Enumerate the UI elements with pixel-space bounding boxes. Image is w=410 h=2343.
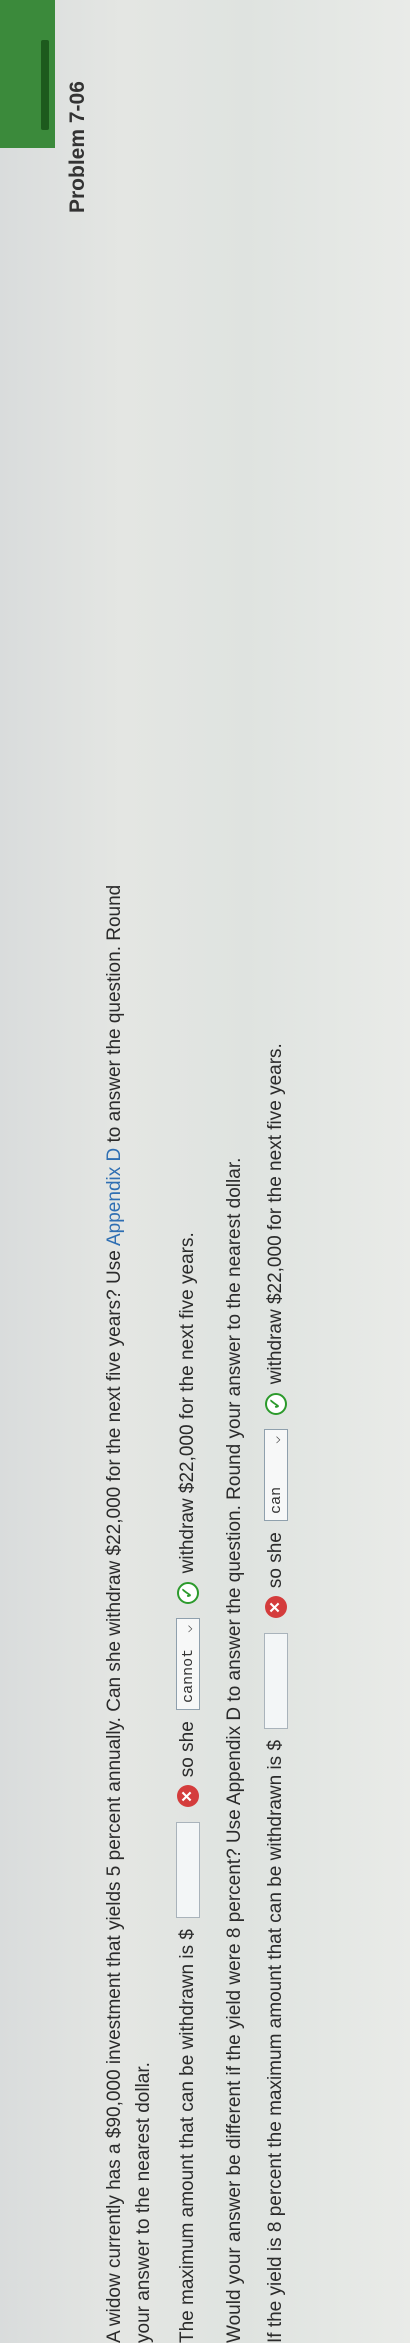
question-1-row: The maximum amount that can be withdrawn… xyxy=(176,1232,200,2343)
chevron-down-icon: ⌵ xyxy=(180,1624,196,1633)
green-tab-label xyxy=(41,40,49,130)
chevron-down-icon: ⌵ xyxy=(268,1435,284,1444)
q1-select-value: cannot xyxy=(179,1648,197,1703)
wrong-icon: ✕ xyxy=(265,1596,287,1619)
intro-line-1: A widow currently has a $90,000 investme… xyxy=(104,885,126,2343)
intro-text-2: to answer the question. Round xyxy=(104,884,125,1148)
rotated-page: Problem 7-06 A widow currently has a $90… xyxy=(0,0,410,2343)
q1-answer-input[interactable] xyxy=(176,1821,200,1918)
intro-line-2: your answer to the nearest dollar. xyxy=(133,2062,154,2343)
q2-answer-input[interactable] xyxy=(264,1632,288,1729)
q1-select[interactable]: cannot ⌵ xyxy=(176,1617,200,1710)
q2-prefix: If the yield is 8 percent the maximum am… xyxy=(265,1739,287,2343)
q2-select-value: can xyxy=(267,1486,285,1514)
green-header-tab xyxy=(0,0,55,148)
q2-so-she: so she xyxy=(265,1532,287,1589)
appendix-d-link[interactable]: Appendix D xyxy=(104,1148,125,1246)
question-2-intro: Would your answer be different if the yi… xyxy=(224,1157,245,2343)
q1-suffix: withdraw $22,000 for the next five years… xyxy=(177,1232,199,1574)
q2-select[interactable]: can ⌵ xyxy=(264,1428,288,1521)
problem-title: Problem 7-06 xyxy=(66,81,89,213)
correct-icon: ✓ xyxy=(177,1581,199,1604)
correct-icon: ✓ xyxy=(265,1392,287,1415)
q1-so-she: so she xyxy=(177,1721,199,1778)
question-2-row: If the yield is 8 percent the maximum am… xyxy=(264,1043,288,2343)
wrong-icon: ✕ xyxy=(177,1785,199,1808)
intro-text-1: A widow currently has a $90,000 investme… xyxy=(104,1246,125,2343)
q2-suffix: withdraw $22,000 for the next five years… xyxy=(265,1043,287,1385)
q1-prefix: The maximum amount that can be withdrawn… xyxy=(177,1929,199,2343)
